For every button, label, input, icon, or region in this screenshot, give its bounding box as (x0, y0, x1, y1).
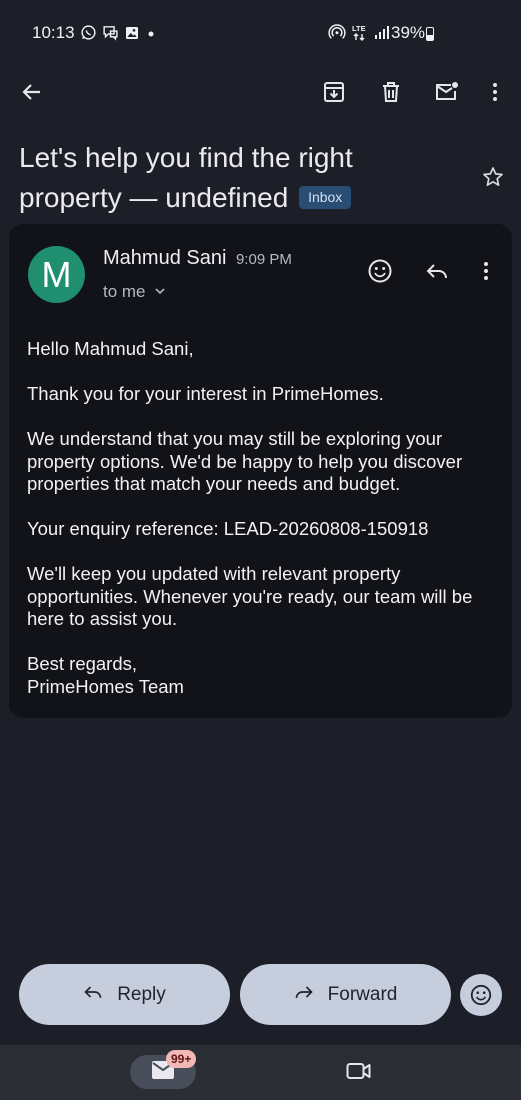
recipient-details[interactable]: to me (103, 282, 166, 302)
email-toolbar (0, 64, 521, 120)
inbox-label-chip[interactable]: Inbox (299, 186, 352, 209)
gallery-icon (124, 25, 140, 46)
reply-icon[interactable] (420, 254, 454, 288)
hotspot-icon (328, 23, 346, 46)
archive-icon[interactable] (316, 74, 352, 110)
whatsapp-icon (80, 24, 97, 46)
sender-line: Mahmud Sani 9:09 PM (103, 247, 292, 270)
more-vert-icon[interactable] (477, 74, 513, 110)
chevron-down-icon (154, 282, 166, 302)
emoji-button[interactable] (460, 974, 502, 1016)
unread-count-badge: 99+ (166, 1050, 197, 1068)
delete-icon[interactable] (373, 74, 409, 110)
bottom-navigation: 99+ (0, 1045, 521, 1100)
sent-time: 9:09 PM (235, 251, 292, 268)
forward-button[interactable]: Forward (240, 964, 451, 1025)
battery-percentage: 39% (391, 23, 426, 42)
greeting: Hello Mahmud Sani, (27, 338, 194, 359)
forward-button-label: Forward (327, 983, 398, 1005)
battery-icon (426, 27, 434, 41)
svg-text:LTE: LTE (352, 24, 366, 33)
forward-icon (294, 982, 314, 1008)
signal-icon (374, 24, 390, 45)
star-icon[interactable] (476, 160, 510, 194)
status-bar: 10:13 LTE 39% (0, 0, 521, 62)
reply-button-label: Reply (117, 983, 166, 1005)
recipient-label: to me (103, 282, 146, 301)
body-paragraph: Thank you for your interest in PrimeHome… (27, 383, 384, 404)
action-row: Reply Forward (0, 964, 521, 1026)
reply-button-icon (83, 982, 103, 1008)
status-time: 10:13 (32, 23, 75, 42)
dot-icon (145, 25, 157, 46)
body-paragraph: We'll keep you updated with relevant pro… (27, 563, 473, 629)
messenger-icon (102, 24, 119, 46)
mark-unread-icon[interactable] (429, 74, 465, 110)
email-subject: Let's help you find the right property —… (19, 138, 459, 218)
body-paragraph: We understand that you may still be expl… (27, 428, 463, 494)
signoff: Best regards, (27, 653, 138, 674)
lte-icon: LTE (352, 23, 368, 46)
subject-block: Let's help you find the right property —… (19, 138, 459, 218)
back-arrow-icon[interactable] (14, 74, 50, 110)
email-body: Hello Mahmud Sani, Thank you for your in… (27, 338, 497, 698)
sender-name[interactable]: Mahmud Sani (103, 247, 226, 269)
emoji-reaction-icon[interactable] (363, 254, 397, 288)
avatar[interactable]: M (28, 246, 85, 303)
video-camera-icon (346, 1061, 372, 1086)
message-more-icon[interactable] (469, 254, 503, 288)
signature: PrimeHomes Team (27, 675, 184, 697)
nav-meet-tab[interactable] (342, 1058, 376, 1088)
reply-button[interactable]: Reply (19, 964, 230, 1025)
enquiry-reference: Your enquiry reference: LEAD-20260808-15… (27, 518, 429, 539)
message-card: M Mahmud Sani 9:09 PM to me Hello Mahmud… (9, 224, 512, 718)
